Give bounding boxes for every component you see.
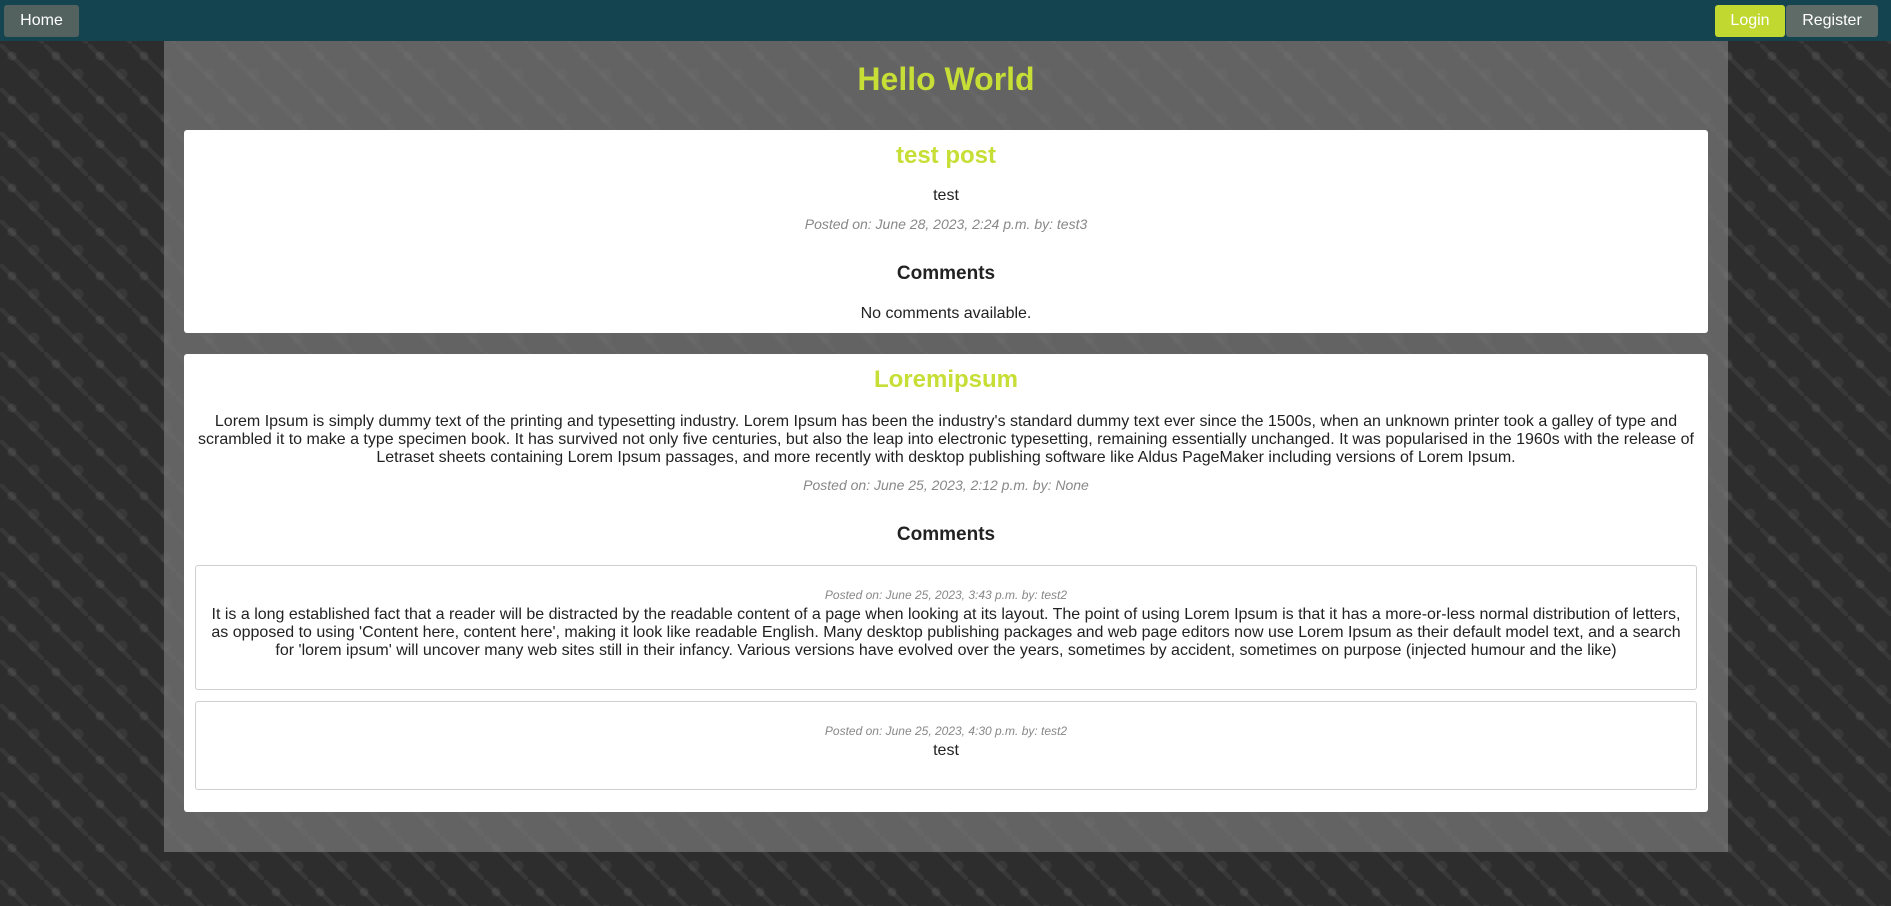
comments-heading: Comments — [896, 524, 996, 545]
post-card: Loremipsum Lorem Ipsum is simply dummy t… — [184, 354, 1708, 812]
post-body: Lorem Ipsum is simply dummy text of the … — [198, 413, 1694, 466]
comment-meta: Posted on: June 25, 2023, 4:30 p.m. by: … — [824, 724, 1068, 738]
comment-card: Posted on: June 25, 2023, 4:30 p.m. by: … — [195, 701, 1697, 790]
post-card: test post test Posted on: June 28, 2023,… — [184, 130, 1708, 333]
comment-body: It is a long established fact that a rea… — [211, 606, 1681, 659]
top-navbar: Home Login Register — [0, 0, 1891, 41]
post-body: test — [933, 187, 959, 204]
comment-body: test — [933, 742, 959, 759]
post-title[interactable]: Loremipsum — [184, 366, 1708, 394]
post-title[interactable]: test post — [184, 142, 1708, 170]
page-title: Hello World — [857, 61, 1035, 97]
comment-meta: Posted on: June 25, 2023, 3:43 p.m. by: … — [824, 588, 1068, 602]
post-meta: Posted on: June 28, 2023, 2:24 p.m. by: … — [804, 216, 1088, 232]
comment-card: Posted on: June 25, 2023, 3:43 p.m. by: … — [195, 565, 1697, 690]
comments-heading: Comments — [896, 263, 996, 284]
register-button[interactable]: Register — [1786, 5, 1878, 37]
post-meta: Posted on: June 25, 2023, 2:12 p.m. by: … — [803, 477, 1089, 493]
no-comments-text: No comments available. — [860, 305, 1032, 322]
home-button[interactable]: Home — [4, 5, 79, 37]
login-button[interactable]: Login — [1715, 5, 1785, 37]
main-content: Hello World test post test Posted on: Ju… — [164, 41, 1728, 852]
